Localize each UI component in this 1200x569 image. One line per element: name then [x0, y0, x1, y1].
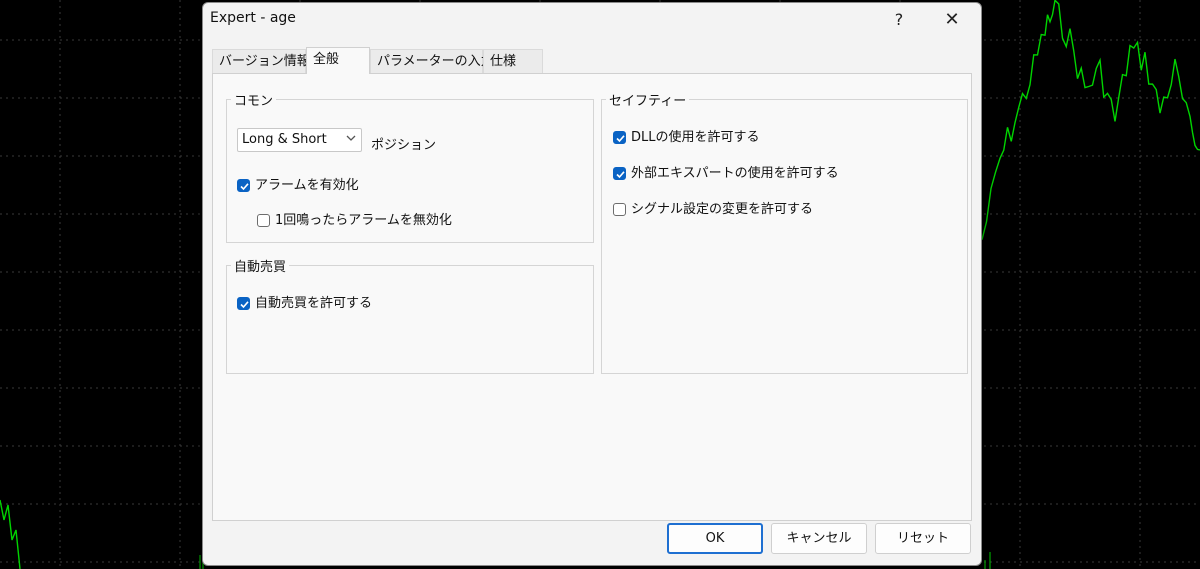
- close-button[interactable]: ✕: [932, 7, 972, 33]
- checkbox-checked-icon: [237, 179, 250, 192]
- tab-specification[interactable]: 仕様: [483, 49, 543, 73]
- reset-button[interactable]: リセット: [875, 523, 971, 554]
- cancel-button[interactable]: キャンセル: [771, 523, 867, 554]
- tab-version-info[interactable]: バージョン情報: [212, 49, 310, 73]
- checkbox-checked-icon: [237, 297, 250, 310]
- tab-parameters[interactable]: パラメーターの入力: [370, 49, 494, 73]
- allow-external-experts-label: 外部エキスパートの使用を許可する: [631, 166, 839, 181]
- tab-panel-general: コモン Long & Short ポジション アラームを有効化 1回鳴ったらアラ…: [212, 73, 972, 521]
- checkbox-unchecked-icon: [613, 203, 626, 216]
- auto-trade-group-title: 自動売買: [231, 256, 290, 275]
- safety-group-title: セイフティー: [606, 90, 690, 109]
- price-line: [981, 0, 1200, 240]
- price-line: [0, 499, 21, 569]
- alarm-disable-after-one-label: 1回鳴ったらアラームを無効化: [275, 213, 452, 228]
- position-label: ポジション: [371, 138, 437, 153]
- chevron-down-icon: [346, 135, 356, 141]
- allow-signal-change-label: シグナル設定の変更を許可する: [631, 202, 814, 217]
- checkbox-checked-icon: [613, 167, 626, 180]
- help-button[interactable]: ?: [879, 7, 919, 33]
- tab-general[interactable]: 全般: [306, 47, 370, 74]
- checkbox-unchecked-icon: [257, 214, 270, 227]
- allow-dll-label: DLLの使用を許可する: [631, 130, 760, 145]
- common-group: コモン Long & Short ポジション アラームを有効化 1回鳴ったらアラ…: [226, 90, 594, 243]
- title-bar: Expert - age ? ✕: [203, 3, 981, 37]
- auto-trade-allow-label: 自動売買を許可する: [255, 296, 373, 311]
- ok-button[interactable]: OK: [667, 523, 763, 554]
- dialog-title: Expert - age: [210, 10, 296, 26]
- expert-dialog: Expert - age ? ✕ バージョン情報 全般 パラメーターの入力 仕様…: [202, 2, 982, 566]
- checkbox-checked-icon: [613, 131, 626, 144]
- position-select[interactable]: Long & Short: [237, 128, 362, 152]
- common-group-title: コモン: [231, 90, 277, 109]
- auto-trade-group: 自動売買 自動売買を許可する: [226, 256, 594, 374]
- safety-group: セイフティー DLLの使用を許可する 外部エキスパートの使用を許可する シグナル…: [601, 90, 968, 374]
- position-select-value: Long & Short: [242, 132, 327, 147]
- alarm-enable-label: アラームを有効化: [255, 178, 359, 193]
